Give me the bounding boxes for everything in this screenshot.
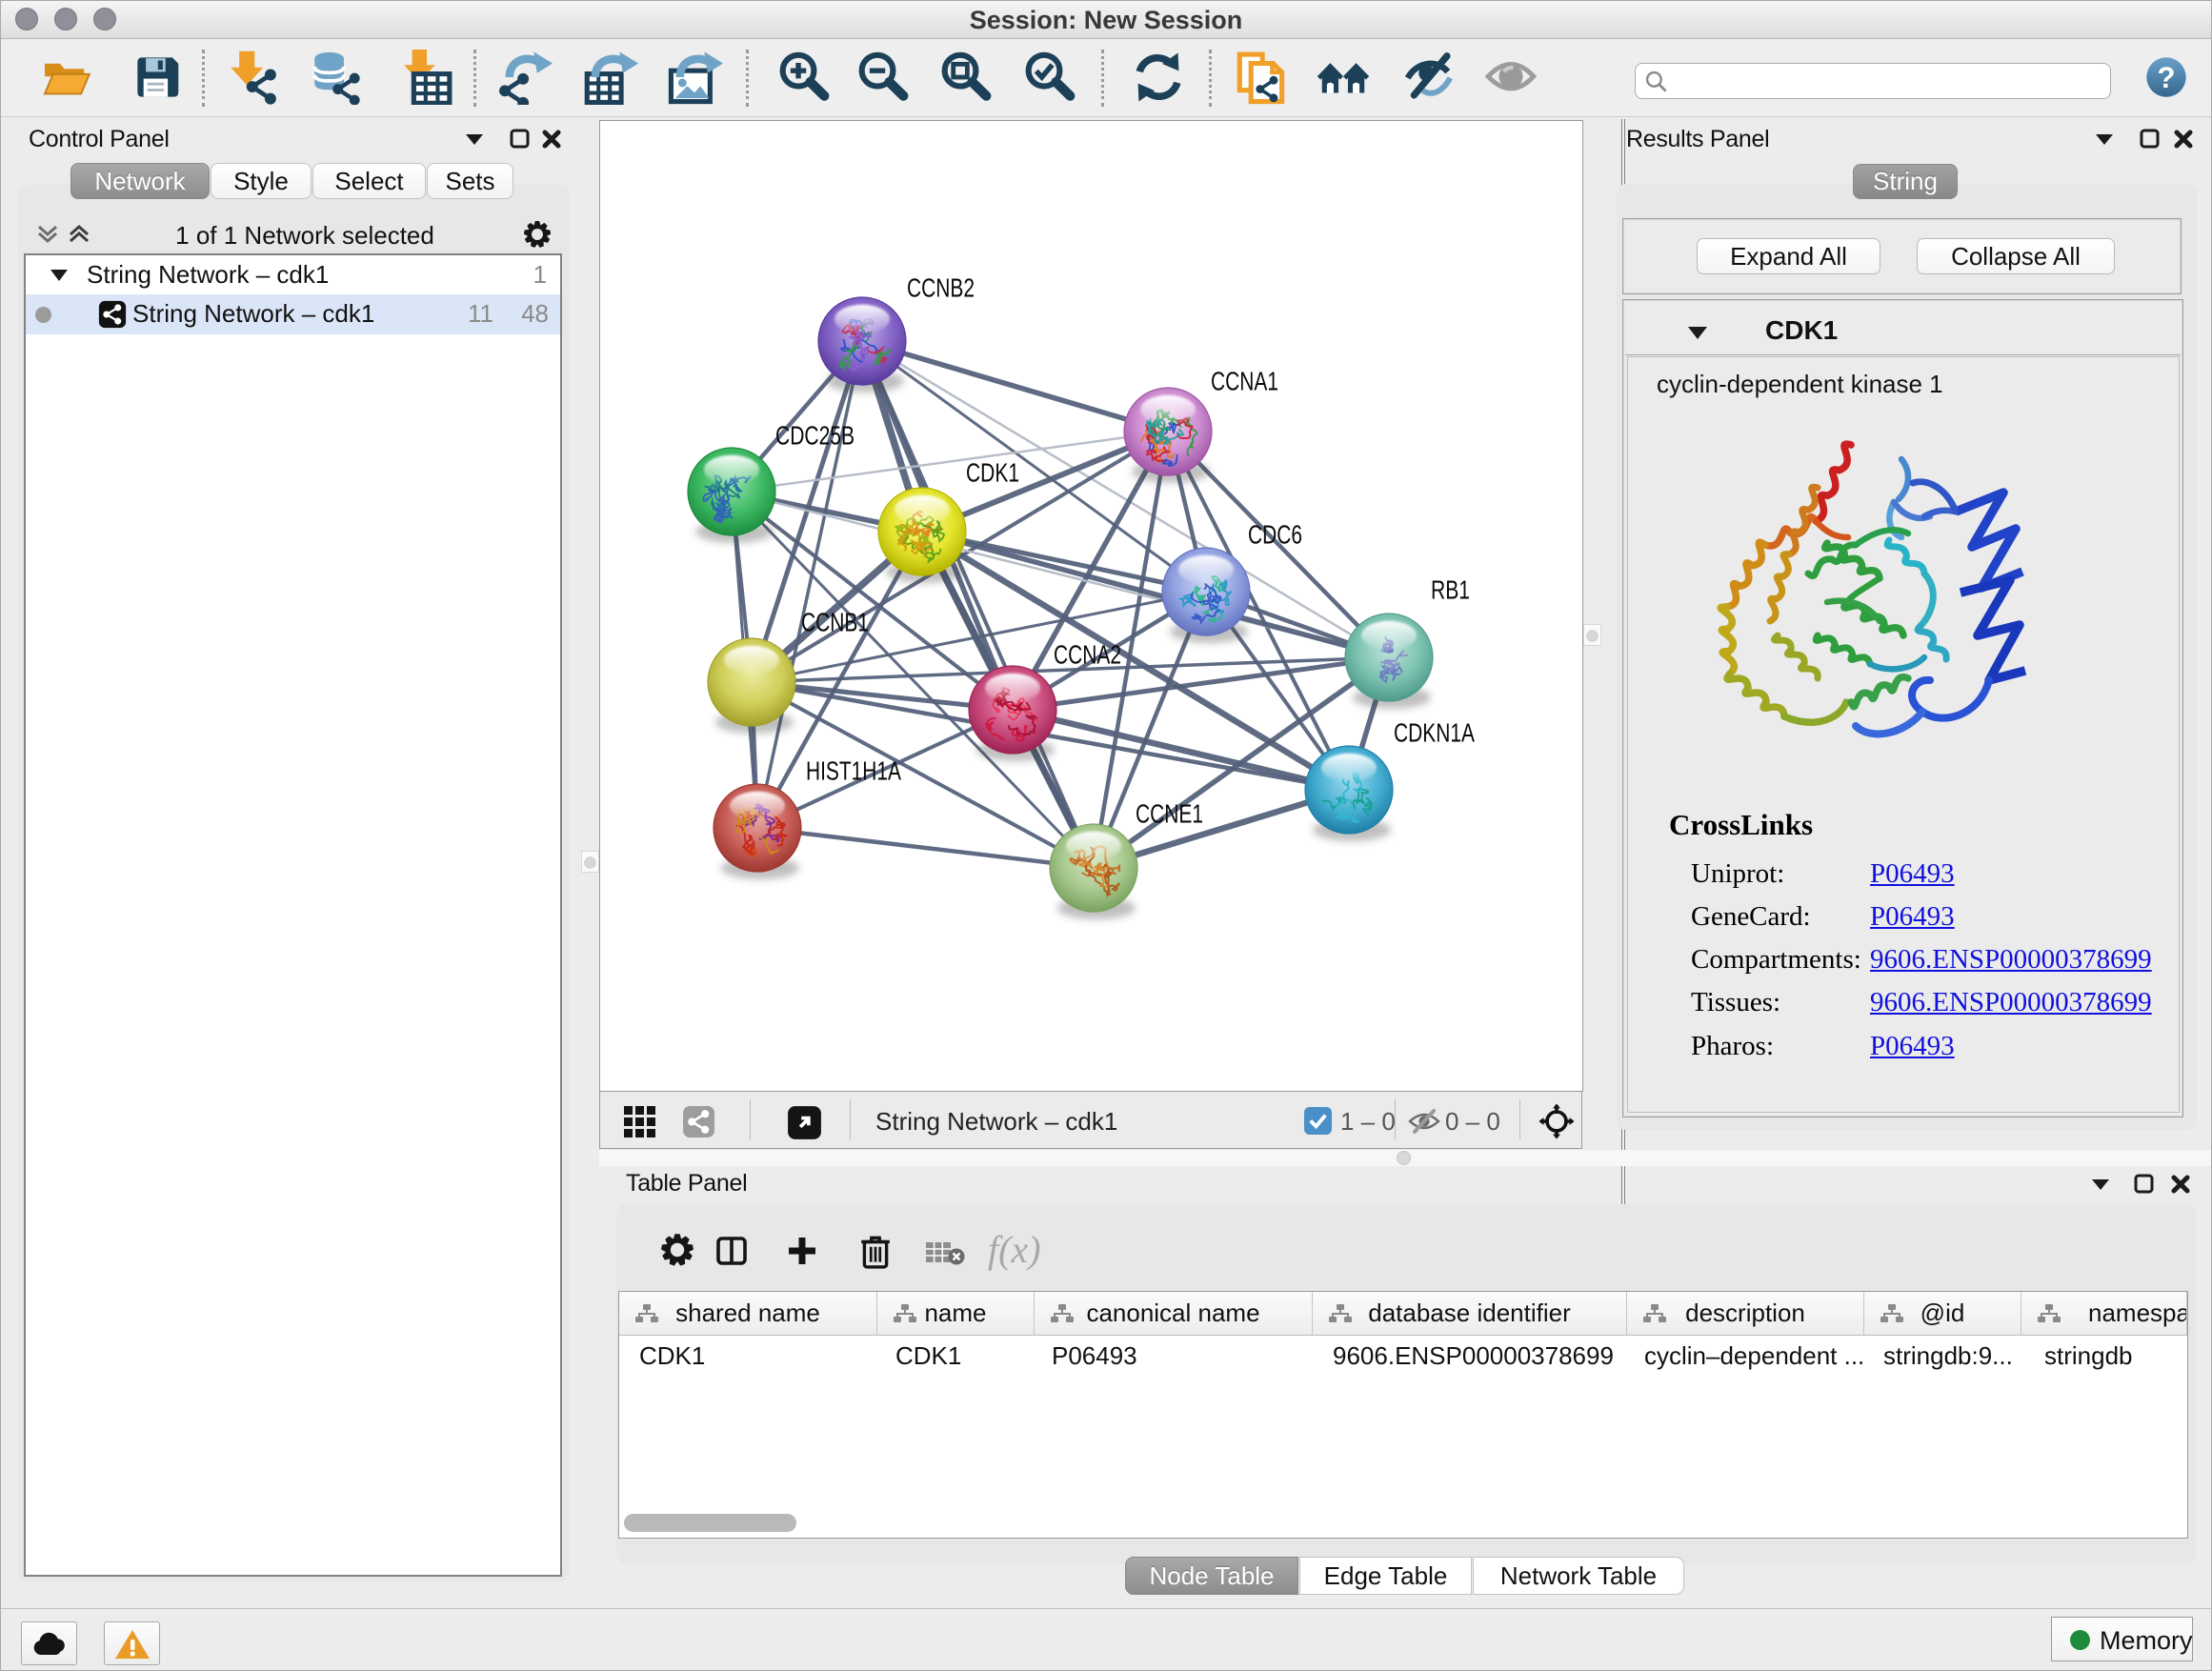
svg-text:CDC6: CDC6	[1248, 520, 1302, 550]
svg-text:CCNB2: CCNB2	[907, 273, 975, 303]
svg-text:HIST1H1A: HIST1H1A	[806, 756, 901, 786]
svg-text:CCNA2: CCNA2	[1054, 640, 1121, 670]
svg-text:CCNB1: CCNB1	[801, 608, 869, 637]
svg-text:CCNA1: CCNA1	[1211, 367, 1278, 396]
svg-text:CDKN1A: CDKN1A	[1394, 718, 1475, 748]
svg-text:CCNE1: CCNE1	[1136, 799, 1203, 829]
svg-text:CDK1: CDK1	[966, 458, 1019, 488]
svg-text:RB1: RB1	[1431, 575, 1470, 605]
svg-text:CDC25B: CDC25B	[775, 421, 855, 451]
svg-text:?: ?	[2158, 61, 2176, 94]
